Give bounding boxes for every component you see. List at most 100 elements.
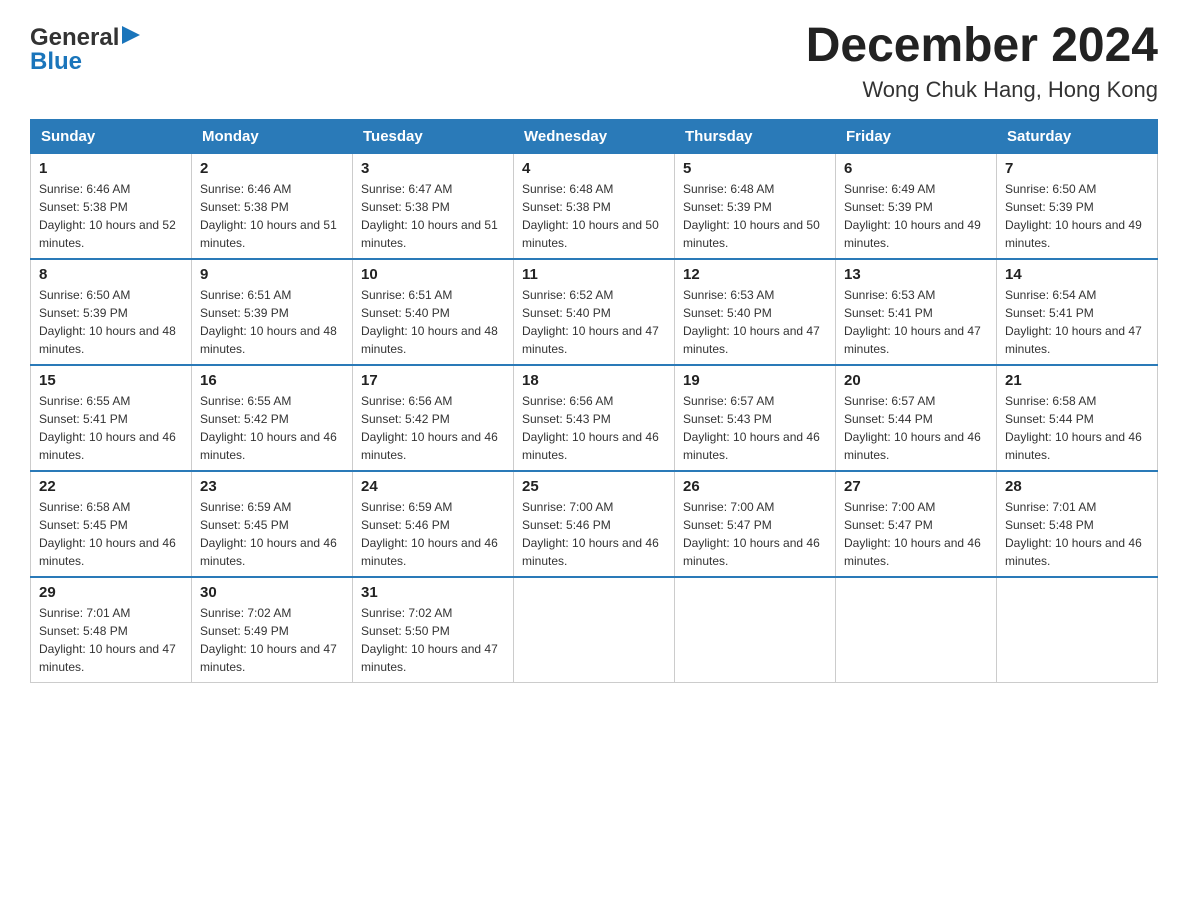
day-number: 9 (200, 266, 344, 283)
calendar-title-area: December 2024 Wong Chuk Hang, Hong Kong (806, 20, 1158, 103)
day-number: 31 (361, 584, 505, 601)
day-number: 2 (200, 160, 344, 177)
day-info: Sunrise: 6:57 AMSunset: 5:44 PMDaylight:… (844, 392, 988, 464)
day-number: 21 (1005, 372, 1149, 389)
day-number: 22 (39, 478, 183, 495)
calendar-day-cell: 22 Sunrise: 6:58 AMSunset: 5:45 PMDaylig… (31, 471, 192, 577)
calendar-day-cell (997, 577, 1158, 683)
day-number: 12 (683, 266, 827, 283)
calendar-day-cell: 28 Sunrise: 7:01 AMSunset: 5:48 PMDaylig… (997, 471, 1158, 577)
col-thursday: Thursday (675, 119, 836, 153)
calendar-week-row: 22 Sunrise: 6:58 AMSunset: 5:45 PMDaylig… (31, 471, 1158, 577)
location-title: Wong Chuk Hang, Hong Kong (806, 77, 1158, 103)
day-number: 24 (361, 478, 505, 495)
calendar-day-cell: 18 Sunrise: 6:56 AMSunset: 5:43 PMDaylig… (514, 365, 675, 471)
calendar-day-cell: 14 Sunrise: 6:54 AMSunset: 5:41 PMDaylig… (997, 259, 1158, 365)
calendar-day-cell: 16 Sunrise: 6:55 AMSunset: 5:42 PMDaylig… (192, 365, 353, 471)
calendar-week-row: 8 Sunrise: 6:50 AMSunset: 5:39 PMDayligh… (31, 259, 1158, 365)
calendar-day-cell: 1 Sunrise: 6:46 AMSunset: 5:38 PMDayligh… (31, 153, 192, 259)
day-info: Sunrise: 7:01 AMSunset: 5:48 PMDaylight:… (1005, 498, 1149, 570)
day-info: Sunrise: 7:02 AMSunset: 5:50 PMDaylight:… (361, 604, 505, 676)
month-title: December 2024 (806, 20, 1158, 73)
calendar-day-cell: 31 Sunrise: 7:02 AMSunset: 5:50 PMDaylig… (353, 577, 514, 683)
calendar-day-cell: 17 Sunrise: 6:56 AMSunset: 5:42 PMDaylig… (353, 365, 514, 471)
calendar-day-cell: 4 Sunrise: 6:48 AMSunset: 5:38 PMDayligh… (514, 153, 675, 259)
day-number: 11 (522, 266, 666, 283)
col-monday: Monday (192, 119, 353, 153)
calendar-table: Sunday Monday Tuesday Wednesday Thursday… (30, 119, 1158, 683)
day-info: Sunrise: 7:00 AMSunset: 5:46 PMDaylight:… (522, 498, 666, 570)
day-number: 6 (844, 160, 988, 177)
day-info: Sunrise: 6:52 AMSunset: 5:40 PMDaylight:… (522, 286, 666, 358)
calendar-day-cell: 9 Sunrise: 6:51 AMSunset: 5:39 PMDayligh… (192, 259, 353, 365)
day-info: Sunrise: 6:51 AMSunset: 5:40 PMDaylight:… (361, 286, 505, 358)
day-info: Sunrise: 6:51 AMSunset: 5:39 PMDaylight:… (200, 286, 344, 358)
day-number: 28 (1005, 478, 1149, 495)
day-info: Sunrise: 6:54 AMSunset: 5:41 PMDaylight:… (1005, 286, 1149, 358)
calendar-day-cell: 5 Sunrise: 6:48 AMSunset: 5:39 PMDayligh… (675, 153, 836, 259)
day-info: Sunrise: 6:59 AMSunset: 5:46 PMDaylight:… (361, 498, 505, 570)
logo: General Blue (30, 20, 140, 76)
calendar-day-cell: 10 Sunrise: 6:51 AMSunset: 5:40 PMDaylig… (353, 259, 514, 365)
calendar-day-cell: 25 Sunrise: 7:00 AMSunset: 5:46 PMDaylig… (514, 471, 675, 577)
calendar-week-row: 1 Sunrise: 6:46 AMSunset: 5:38 PMDayligh… (31, 153, 1158, 259)
logo-arrow-icon (122, 26, 140, 44)
logo-blue-text: Blue (30, 48, 140, 76)
day-info: Sunrise: 6:50 AMSunset: 5:39 PMDaylight:… (1005, 180, 1149, 252)
calendar-day-cell: 7 Sunrise: 6:50 AMSunset: 5:39 PMDayligh… (997, 153, 1158, 259)
calendar-day-cell: 12 Sunrise: 6:53 AMSunset: 5:40 PMDaylig… (675, 259, 836, 365)
day-number: 7 (1005, 160, 1149, 177)
day-info: Sunrise: 7:00 AMSunset: 5:47 PMDaylight:… (683, 498, 827, 570)
day-info: Sunrise: 6:48 AMSunset: 5:38 PMDaylight:… (522, 180, 666, 252)
calendar-day-cell: 27 Sunrise: 7:00 AMSunset: 5:47 PMDaylig… (836, 471, 997, 577)
day-number: 13 (844, 266, 988, 283)
calendar-week-row: 29 Sunrise: 7:01 AMSunset: 5:48 PMDaylig… (31, 577, 1158, 683)
calendar-day-cell: 2 Sunrise: 6:46 AMSunset: 5:38 PMDayligh… (192, 153, 353, 259)
calendar-day-cell: 21 Sunrise: 6:58 AMSunset: 5:44 PMDaylig… (997, 365, 1158, 471)
day-number: 15 (39, 372, 183, 389)
day-number: 18 (522, 372, 666, 389)
calendar-day-cell: 15 Sunrise: 6:55 AMSunset: 5:41 PMDaylig… (31, 365, 192, 471)
calendar-day-cell (675, 577, 836, 683)
calendar-header-row: Sunday Monday Tuesday Wednesday Thursday… (31, 119, 1158, 153)
day-info: Sunrise: 6:56 AMSunset: 5:43 PMDaylight:… (522, 392, 666, 464)
day-info: Sunrise: 6:48 AMSunset: 5:39 PMDaylight:… (683, 180, 827, 252)
day-info: Sunrise: 7:02 AMSunset: 5:49 PMDaylight:… (200, 604, 344, 676)
day-number: 20 (844, 372, 988, 389)
calendar-day-cell: 8 Sunrise: 6:50 AMSunset: 5:39 PMDayligh… (31, 259, 192, 365)
day-info: Sunrise: 6:53 AMSunset: 5:40 PMDaylight:… (683, 286, 827, 358)
calendar-day-cell: 24 Sunrise: 6:59 AMSunset: 5:46 PMDaylig… (353, 471, 514, 577)
day-info: Sunrise: 7:00 AMSunset: 5:47 PMDaylight:… (844, 498, 988, 570)
calendar-day-cell (836, 577, 997, 683)
col-sunday: Sunday (31, 119, 192, 153)
calendar-day-cell: 29 Sunrise: 7:01 AMSunset: 5:48 PMDaylig… (31, 577, 192, 683)
day-number: 17 (361, 372, 505, 389)
day-number: 1 (39, 160, 183, 177)
col-saturday: Saturday (997, 119, 1158, 153)
day-info: Sunrise: 6:55 AMSunset: 5:41 PMDaylight:… (39, 392, 183, 464)
day-number: 30 (200, 584, 344, 601)
day-number: 25 (522, 478, 666, 495)
day-number: 29 (39, 584, 183, 601)
day-number: 8 (39, 266, 183, 283)
day-info: Sunrise: 6:49 AMSunset: 5:39 PMDaylight:… (844, 180, 988, 252)
calendar-day-cell: 30 Sunrise: 7:02 AMSunset: 5:49 PMDaylig… (192, 577, 353, 683)
day-info: Sunrise: 6:55 AMSunset: 5:42 PMDaylight:… (200, 392, 344, 464)
day-number: 10 (361, 266, 505, 283)
col-friday: Friday (836, 119, 997, 153)
page-header: General Blue December 2024 Wong Chuk Han… (30, 20, 1158, 103)
day-number: 27 (844, 478, 988, 495)
calendar-day-cell: 11 Sunrise: 6:52 AMSunset: 5:40 PMDaylig… (514, 259, 675, 365)
day-info: Sunrise: 6:58 AMSunset: 5:44 PMDaylight:… (1005, 392, 1149, 464)
day-info: Sunrise: 6:47 AMSunset: 5:38 PMDaylight:… (361, 180, 505, 252)
day-info: Sunrise: 6:57 AMSunset: 5:43 PMDaylight:… (683, 392, 827, 464)
col-wednesday: Wednesday (514, 119, 675, 153)
calendar-day-cell: 3 Sunrise: 6:47 AMSunset: 5:38 PMDayligh… (353, 153, 514, 259)
col-tuesday: Tuesday (353, 119, 514, 153)
day-info: Sunrise: 6:50 AMSunset: 5:39 PMDaylight:… (39, 286, 183, 358)
calendar-week-row: 15 Sunrise: 6:55 AMSunset: 5:41 PMDaylig… (31, 365, 1158, 471)
calendar-day-cell (514, 577, 675, 683)
day-number: 23 (200, 478, 344, 495)
day-info: Sunrise: 6:46 AMSunset: 5:38 PMDaylight:… (39, 180, 183, 252)
calendar-day-cell: 23 Sunrise: 6:59 AMSunset: 5:45 PMDaylig… (192, 471, 353, 577)
